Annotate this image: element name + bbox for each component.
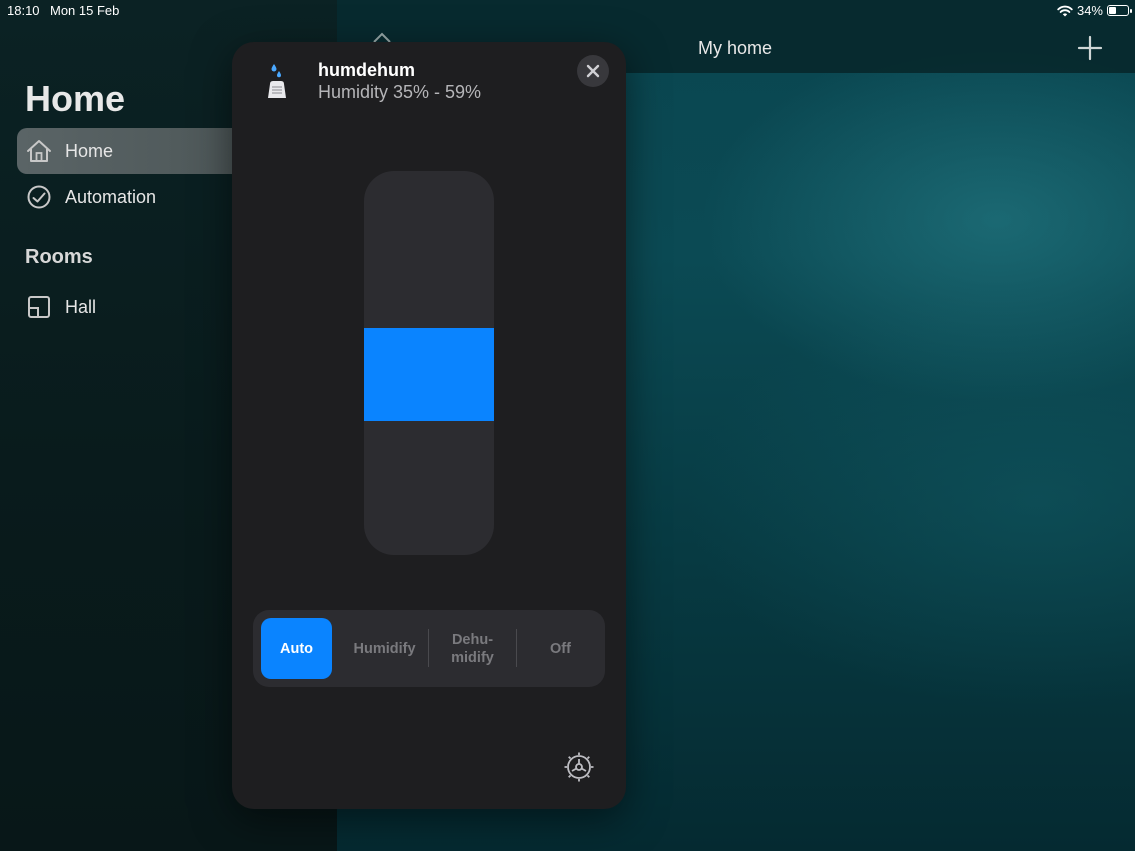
room-icon <box>26 294 52 320</box>
mode-divider <box>516 629 517 667</box>
mode-humidify[interactable]: Humidify <box>349 618 420 679</box>
gear-icon[interactable] <box>562 750 596 784</box>
sidebar-item-hall[interactable]: Hall <box>17 284 247 330</box>
close-icon <box>586 64 600 78</box>
device-modal: humdehum Humidity 35% - 59% Auto Humidif… <box>232 42 626 809</box>
device-status: Humidity 35% - 59% <box>318 82 482 102</box>
clock-icon <box>26 184 52 210</box>
mode-off[interactable]: Off <box>525 618 596 679</box>
mode-divider <box>428 629 429 667</box>
humidifier-icon <box>268 64 286 98</box>
humidity-range-slider[interactable] <box>364 171 494 555</box>
sidebar-item-home[interactable]: Home <box>17 128 247 174</box>
sidebar-item-automation[interactable]: Automation <box>17 174 247 220</box>
sidebar-item-label: Automation <box>65 186 157 207</box>
header-title: My home <box>698 38 773 58</box>
status-date: Mon 15 Feb <box>50 3 120 18</box>
device-name: humdehum <box>318 60 415 80</box>
sidebar-item-label: Home <box>65 140 114 161</box>
house-icon <box>26 138 52 164</box>
status-right: 34% <box>1057 3 1132 18</box>
sidebar-title: Home <box>25 78 126 119</box>
plus-icon[interactable] <box>1076 34 1104 62</box>
mode-auto[interactable]: Auto <box>261 618 332 679</box>
mode-dehumidify[interactable]: Dehu- midify <box>437 618 508 679</box>
close-button[interactable] <box>577 55 609 87</box>
sidebar-item-label: Hall <box>65 296 97 317</box>
wifi-icon <box>1057 5 1073 16</box>
rooms-heading: Rooms <box>25 246 93 268</box>
battery-icon <box>1107 5 1132 16</box>
battery-percent: 34% <box>1076 3 1103 18</box>
humidity-range-fill[interactable] <box>364 328 494 421</box>
mode-selector: Auto Humidify Dehu- midify Off <box>253 610 605 687</box>
status-time: 18:10 <box>7 3 40 18</box>
